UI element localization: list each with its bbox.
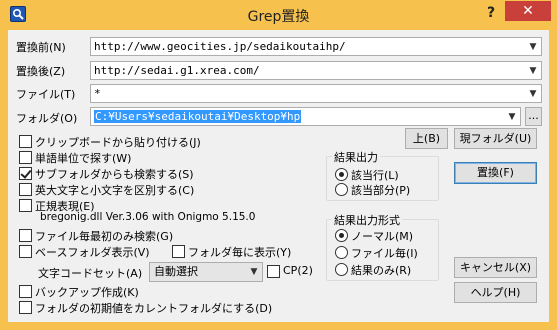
chevron-down-icon[interactable]: ▼ — [527, 42, 539, 52]
subfolder-label: サブフォルダからも検索する(S) — [35, 168, 194, 181]
format-normal-radio[interactable] — [335, 229, 348, 242]
clipboard-checkbox[interactable] — [19, 135, 32, 148]
file-value: * — [94, 87, 101, 100]
format-result-only-label: 結果のみ(R) — [351, 264, 412, 277]
replace-button[interactable]: 置換(F) — [454, 162, 537, 184]
dialog-body: 置換前(N) http://www.geocities.jp/sedaikout… — [8, 30, 549, 322]
first-only-checkbox[interactable] — [19, 229, 32, 242]
result-part-label: 該当部分(P) — [351, 184, 411, 197]
regex-checkbox[interactable] — [19, 199, 32, 212]
folder-value: C:¥Users¥sedaikoutai¥Desktop¥hp — [94, 110, 302, 123]
chevron-down-icon[interactable]: ▼ — [527, 66, 539, 76]
first-only-label: ファイル毎最初のみ検索(G) — [35, 230, 174, 243]
folder-input[interactable]: C:¥Users¥sedaikoutai¥Desktop¥hp ▼ — [90, 107, 521, 126]
after-input[interactable]: http://sedai.g1.xrea.com/ ▼ — [90, 61, 542, 80]
subfolder-checkbox[interactable] — [19, 167, 32, 180]
browse-button[interactable]: ... — [525, 107, 542, 126]
result-output-title: 結果出力 — [332, 149, 380, 165]
format-per-file-radio[interactable] — [335, 246, 348, 259]
after-value: http://sedai.g1.xrea.com/ — [94, 64, 260, 77]
base-folder-checkbox[interactable] — [19, 245, 32, 258]
per-folder-label: フォルダ毎に表示(Y) — [188, 246, 292, 259]
help-button[interactable]: ヘルプ(H) — [454, 282, 537, 303]
clipboard-label: クリップボードから貼り付ける(J) — [35, 136, 201, 149]
default-folder-label: フォルダの初期値をカレントフォルダにする(D) — [35, 302, 273, 315]
word-label: 単語単位で探す(W) — [35, 152, 132, 165]
charset-label: 文字コードセット(A) — [38, 267, 143, 280]
format-result-only-radio[interactable] — [335, 263, 348, 276]
close-button[interactable]: ✕ — [505, 1, 551, 21]
after-label: 置換後(Z) — [16, 65, 66, 78]
per-folder-checkbox[interactable] — [172, 245, 185, 258]
format-per-file-label: ファイル毎(I) — [351, 247, 418, 260]
chevron-down-icon[interactable]: ▼ — [248, 267, 260, 277]
case-checkbox[interactable] — [19, 183, 32, 196]
case-label: 英大文字と小文字を区別する(C) — [35, 184, 195, 197]
regex-library-info: bregonig.dll Ver.3.06 with Onigmo 5.15.0 — [40, 211, 256, 223]
base-folder-label: ベースフォルダ表示(V) — [35, 246, 150, 259]
help-question-button[interactable]: ? — [480, 3, 502, 23]
up-button[interactable]: 上(B) — [405, 128, 448, 149]
before-value: http://www.geocities.jp/sedaikoutaihp/ — [94, 40, 346, 53]
chevron-down-icon[interactable]: ▼ — [506, 112, 518, 122]
cp-checkbox[interactable] — [267, 265, 280, 278]
before-input[interactable]: http://www.geocities.jp/sedaikoutaihp/ ▼ — [90, 37, 542, 56]
result-line-label: 該当行(L) — [351, 169, 399, 182]
default-folder-checkbox[interactable] — [19, 301, 32, 314]
window-title: Grep置換 — [247, 9, 310, 25]
grep-replace-dialog: Grep置換 ? ✕ 置換前(N) http://www.geocities.j… — [0, 0, 557, 330]
file-input[interactable]: * ▼ — [90, 84, 542, 103]
result-format-title: 結果出力形式 — [332, 212, 402, 228]
backup-checkbox[interactable] — [19, 285, 32, 298]
file-label: ファイル(T) — [16, 88, 76, 101]
charset-value: 自動選択 — [154, 265, 198, 278]
before-label: 置換前(N) — [16, 41, 66, 54]
charset-select[interactable]: 自動選択 ▼ — [149, 262, 263, 282]
title-bar[interactable]: Grep置換 ? ✕ — [0, 0, 557, 30]
backup-label: バックアップ作成(K) — [35, 286, 139, 299]
word-checkbox[interactable] — [19, 151, 32, 164]
cp-label: CP(2) — [283, 264, 313, 277]
cancel-button[interactable]: キャンセル(X) — [454, 257, 537, 278]
current-folder-button[interactable]: 現フォルダ(U) — [454, 128, 537, 149]
result-line-radio[interactable] — [335, 168, 348, 181]
folder-label: フォルダ(O) — [16, 112, 78, 125]
result-part-radio[interactable] — [335, 183, 348, 196]
chevron-down-icon[interactable]: ▼ — [527, 89, 539, 99]
format-normal-label: ノーマル(M) — [351, 230, 414, 243]
